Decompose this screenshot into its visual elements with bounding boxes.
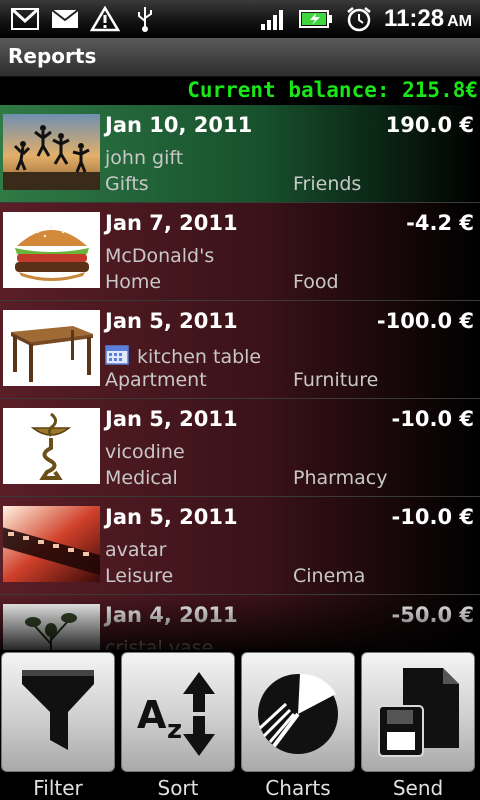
transaction-amount: -4.2 € [406,211,474,235]
filter-button-face[interactable] [1,652,115,772]
gmail-icon [10,6,40,32]
sort-label: Sort [157,776,199,800]
filter-label: Filter [33,776,83,800]
transaction-description: avatar [105,539,167,561]
transaction-amount: -100.0 € [376,309,474,333]
transaction-row[interactable]: Jan 5, 2011 -10.0 € vicodine Medical Pha… [0,399,480,497]
transaction-description: vicodine [105,441,185,463]
svg-text:z: z [167,715,182,745]
film-strip-thumbnail [3,506,100,582]
transaction-date: Jan 5, 2011 [105,309,238,333]
warning-icon [90,6,120,32]
sort-icon: A z [137,672,215,756]
transaction-date: Jan 4, 2011 [105,603,238,627]
bottom-toolbar: Filter A z Sort Charts Send [0,650,480,800]
transaction-amount: 190.0 € [385,113,474,137]
transaction-subcategory: Food [293,271,339,293]
transaction-category: Leisure [105,565,174,587]
table-thumbnail [3,310,100,386]
transaction-row[interactable]: Jan 7, 2011 -4.2 € McDonald's Home Food [0,203,480,301]
battery-charging-icon [298,6,334,32]
transaction-category: Medical [105,467,178,489]
sort-button[interactable]: A z Sort [121,652,235,800]
transaction-amount: -50.0 € [391,603,474,627]
transaction-amount: -10.0 € [391,407,474,431]
flowers-thumbnail [3,604,100,650]
charts-button[interactable]: Charts [241,652,355,800]
current-balance: Current balance: 215.8€ [0,77,480,105]
transaction-category: Apartment [105,369,207,391]
send-button-face[interactable] [361,652,475,772]
hamburger-thumbnail [3,212,100,288]
transaction-date: Jan 10, 2011 [105,113,253,137]
charts-button-face[interactable] [241,652,355,772]
title-bar: Reports [0,38,480,77]
transaction-date: Jan 5, 2011 [105,407,238,431]
transaction-subcategory: Cinema [293,565,366,587]
balance-text: Current balance: 215.8€ [187,78,478,102]
transaction-subcategory: Pharmacy [293,467,388,489]
transaction-amount: -10.0 € [391,505,474,529]
transaction-subcategory: Friends [293,173,362,195]
transaction-row[interactable]: Jan 5, 2011 -100.0 € kitchen table Apart… [0,301,480,399]
status-bar: 11:28 AM [0,0,480,38]
transaction-category: Home [105,271,162,293]
send-label: Send [392,776,444,800]
transaction-category: Gifts [105,173,149,195]
clock: 11:28 AM [384,5,472,32]
sort-button-face[interactable]: A z [121,652,235,772]
people-jumping-thumbnail [3,114,100,190]
filter-button[interactable]: Filter [1,652,115,800]
transaction-row[interactable]: Jan 10, 2011 190.0 € john gift Gifts Fri… [0,105,480,203]
save-send-icon [378,668,459,757]
transaction-date: Jan 7, 2011 [105,211,238,235]
usb-icon [130,6,160,32]
signal-icon [258,6,288,32]
alarm-icon [344,6,374,32]
transaction-row[interactable]: Jan 4, 2011 -50.0 € cristal vase [0,595,480,650]
transaction-description: john gift [105,147,184,169]
charts-label: Charts [265,776,331,800]
svg-text:A: A [137,693,167,737]
send-button[interactable]: Send [361,652,475,800]
mail-icon [50,6,80,32]
calendar-icon [105,343,129,370]
transaction-row[interactable]: Jan 5, 2011 -10.0 € avatar Leisure Cinem… [0,497,480,595]
transaction-date: Jan 5, 2011 [105,505,238,529]
transaction-list[interactable]: Jan 10, 2011 190.0 € john gift Gifts Fri… [0,105,480,650]
filter-icon [22,670,94,750]
pharmacy-thumbnail [3,408,100,484]
transaction-description: kitchen table [105,343,261,370]
transaction-description: cristal vase [105,637,214,650]
transaction-description: McDonald's [105,245,215,267]
page-title: Reports [8,44,97,68]
pie-chart-icon [258,673,338,754]
transaction-subcategory: Furniture [293,369,379,391]
